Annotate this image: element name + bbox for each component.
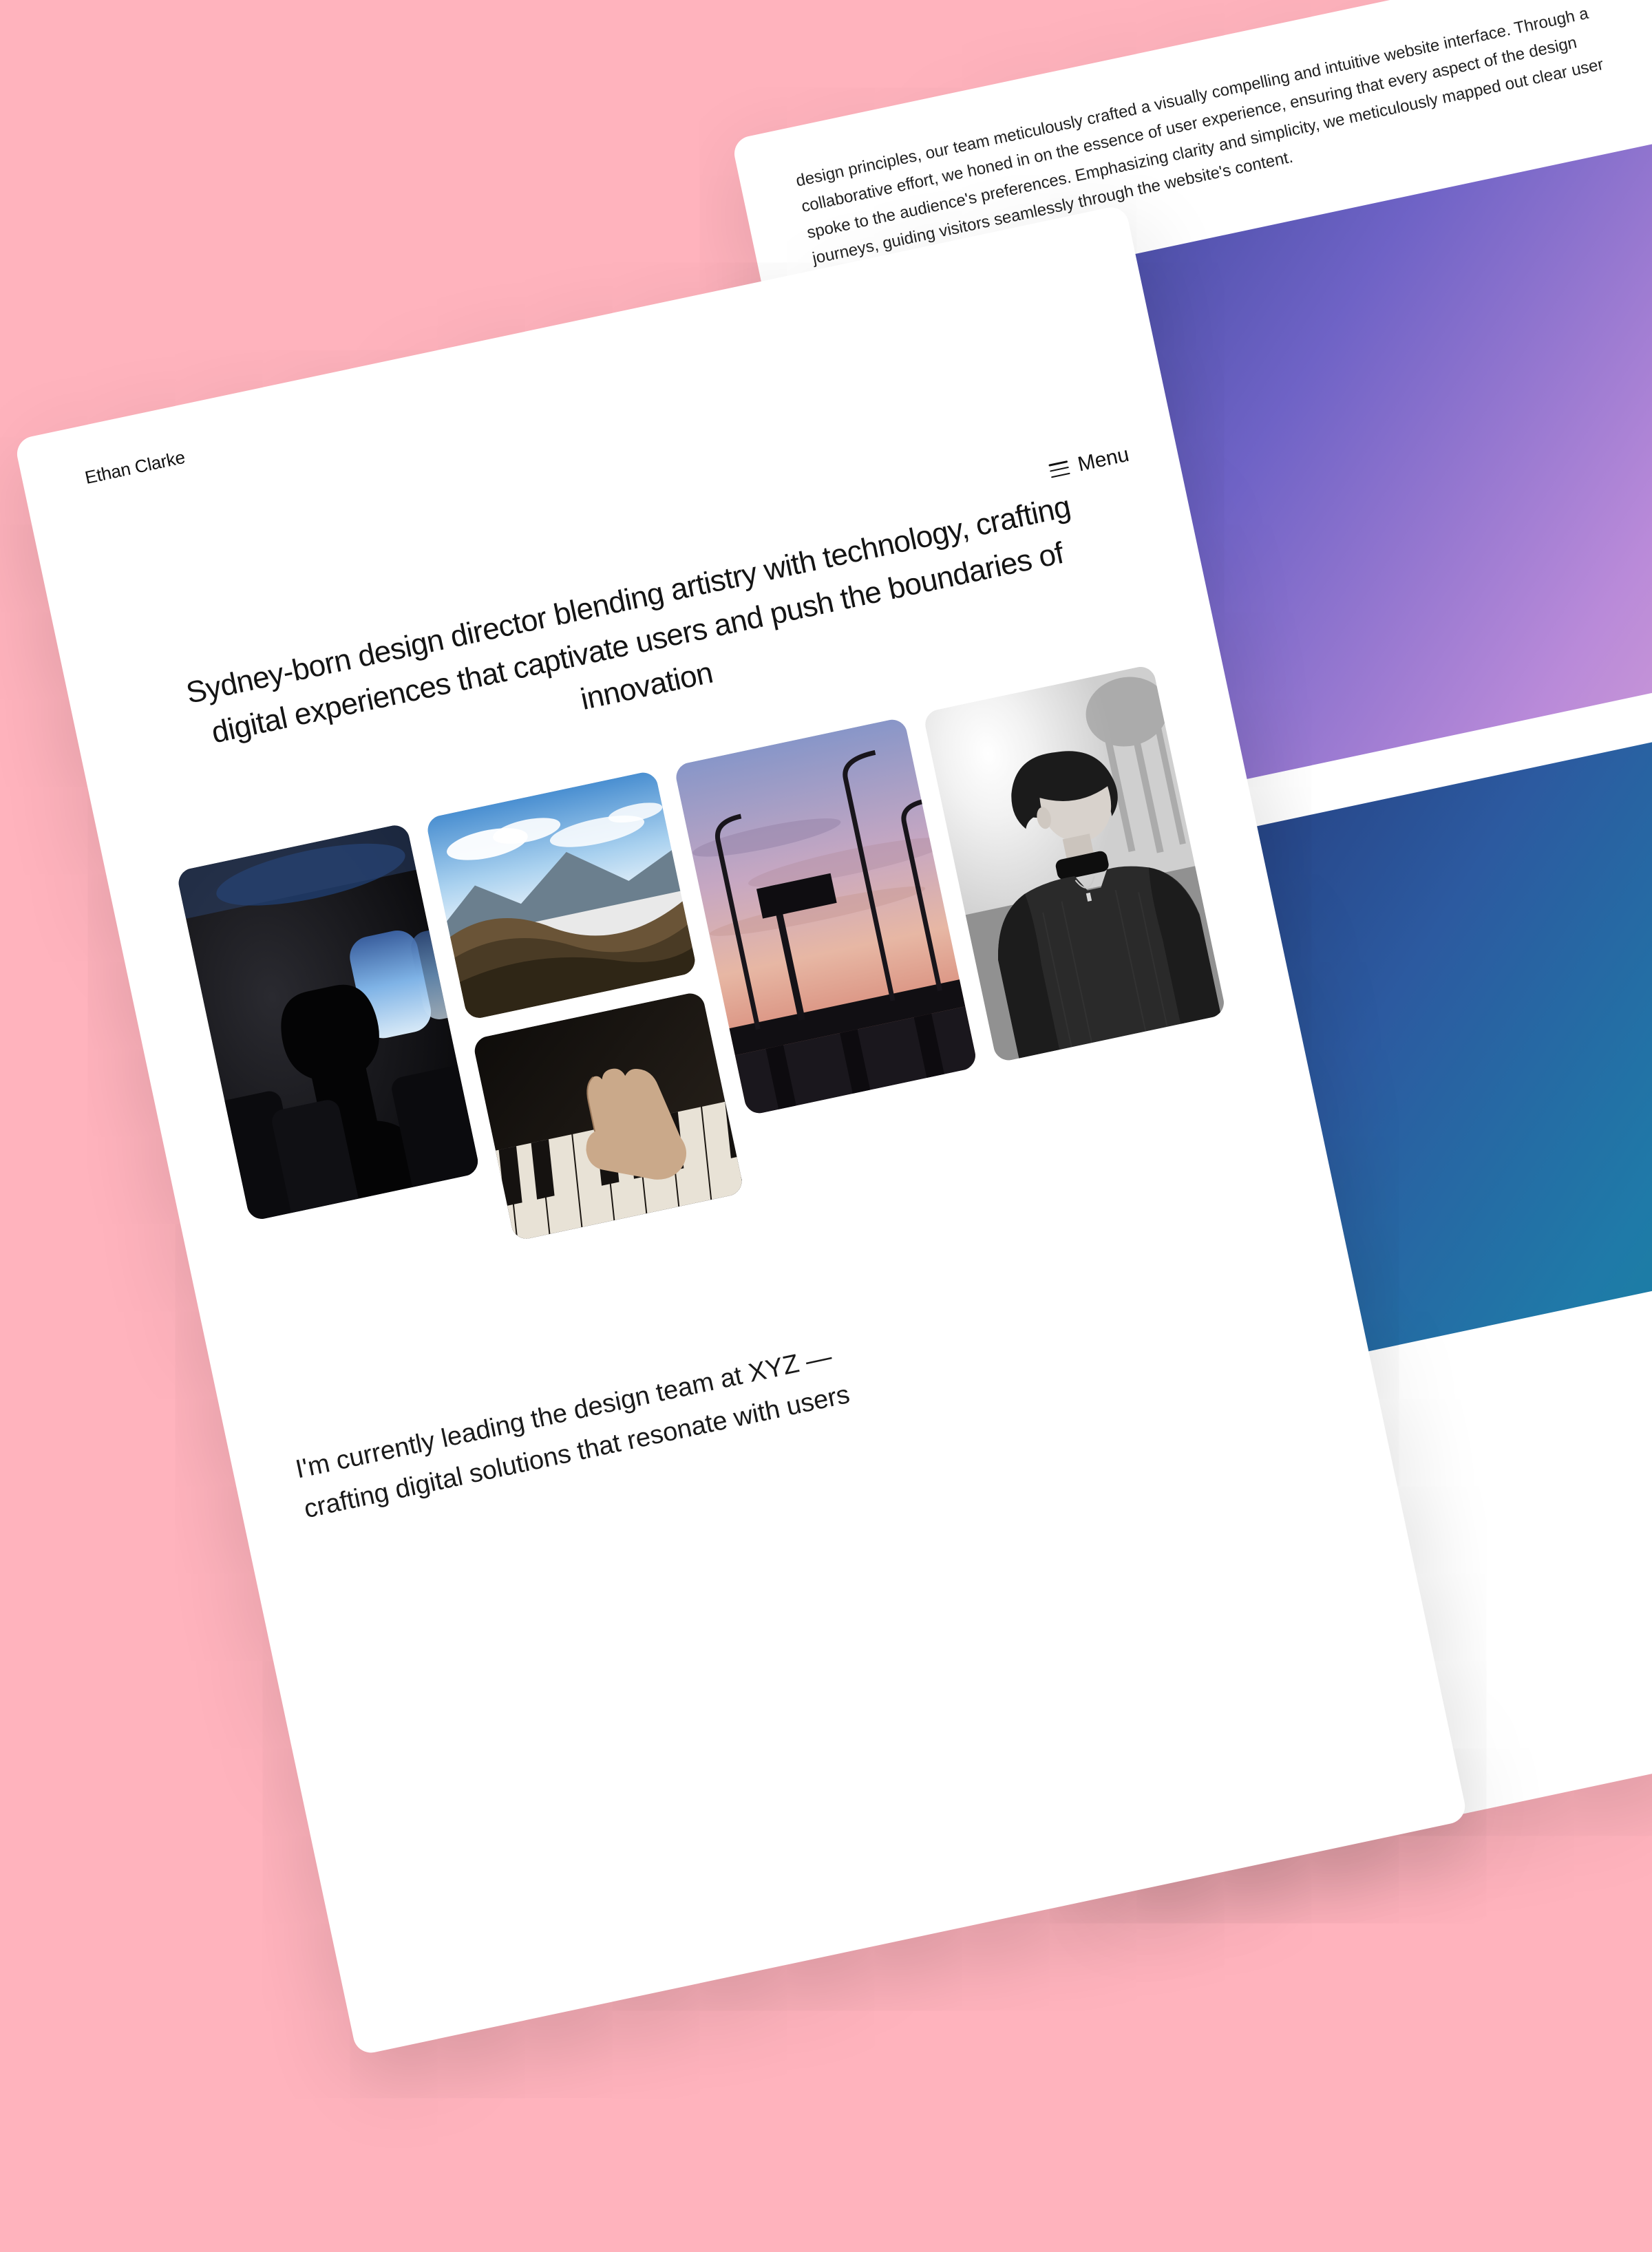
gallery-image-airplane[interactable] bbox=[176, 823, 480, 1222]
gallery-image-highway[interactable] bbox=[673, 717, 977, 1116]
site-brand[interactable]: Ethan Clarke bbox=[83, 257, 1077, 489]
hamburger-icon bbox=[1048, 460, 1070, 478]
about-body-text: I'm currently leading the design team at… bbox=[292, 1322, 915, 1530]
gallery-image-mountains[interactable] bbox=[425, 770, 697, 1021]
artboard-stage: design principles, our team meticulously… bbox=[0, 0, 1652, 2252]
gallery-image-portrait[interactable] bbox=[922, 664, 1227, 1063]
menu-label: Menu bbox=[1076, 443, 1131, 477]
gallery-image-piano[interactable] bbox=[472, 991, 744, 1242]
